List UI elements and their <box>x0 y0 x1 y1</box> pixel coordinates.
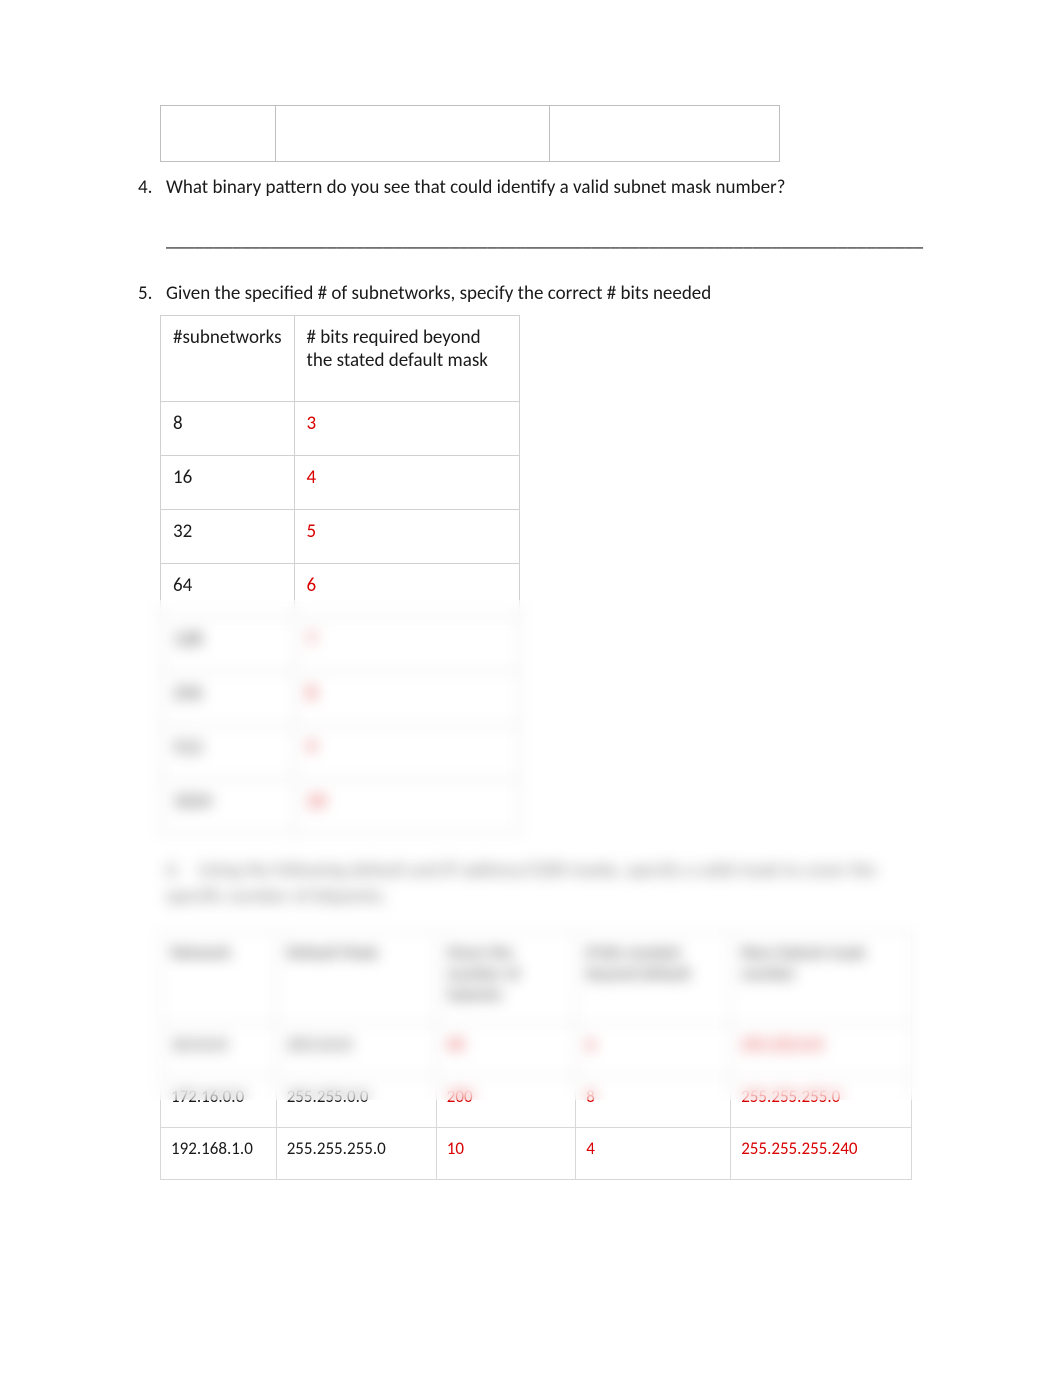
blurred-content: 6. Using the following default and IP ad… <box>60 858 1002 1180</box>
table-row: 128 7 <box>161 618 520 672</box>
subnets-cell: 128 <box>161 618 295 672</box>
default-mask-cell: 255.255.255.0 <box>276 1128 436 1180</box>
top-table-cell <box>161 106 276 162</box>
new-mask-cell: 255.255.255.240 <box>731 1128 912 1180</box>
default-mask-cell: 255.255.0.0 <box>276 1076 436 1128</box>
table-row: 172.16.0.0 255.255.0.0 200 8 255.255.255… <box>161 1076 912 1128</box>
bits-needed-cell: 8 <box>576 1076 731 1128</box>
subnets-count-cell: 200 <box>436 1076 575 1128</box>
subnets-cell: 8 <box>161 402 295 456</box>
table-row: 64 6 <box>161 564 520 618</box>
table-row: 192.168.1.0 255.255.255.0 10 4 255.255.2… <box>161 1128 912 1180</box>
default-mask-cell: 255.0.0.0 <box>276 1024 436 1076</box>
new-mask-cell: 255.255.255.0 <box>731 1076 912 1128</box>
subnet-table-header-col1: #subnetworks <box>161 316 295 402</box>
network-cell: 192.168.1.0 <box>161 1128 277 1180</box>
table-row: 8 3 <box>161 402 520 456</box>
table-row: 32 5 <box>161 510 520 564</box>
question-5-text: Given the specified # of subnetworks, sp… <box>166 282 711 305</box>
question-number-4: 4. <box>138 176 166 199</box>
subnets-cell: 64 <box>161 564 295 618</box>
worksheet-page: 4. What binary pattern do you see that c… <box>0 0 1062 1180</box>
subnet-bits-table: #subnetworks # bits required beyond the … <box>160 315 520 834</box>
big-table-header-c2: Default Mask <box>276 932 436 1024</box>
question-number-6: 6. <box>166 858 194 884</box>
bits-needed-cell: 6 <box>576 1024 731 1076</box>
subnet-mask-table: Network Default Mask Given the number of… <box>160 931 912 1180</box>
question-number-5: 5. <box>138 282 166 305</box>
big-table-header-c5: New Subnet mask number <box>731 932 912 1024</box>
network-cell: 172.16.0.0 <box>161 1076 277 1128</box>
bits-cell: 9 <box>294 726 520 780</box>
subnets-cell: 256 <box>161 672 295 726</box>
question-6-text: Using the following default and IP addre… <box>166 859 876 908</box>
subnet-table-header-col2: # bits required beyond the stated defaul… <box>294 316 520 402</box>
subnets-cell: 512 <box>161 726 295 780</box>
bits-cell: 7 <box>294 618 520 672</box>
bits-cell: 8 <box>294 672 520 726</box>
table-row: 1024 10 <box>161 780 520 834</box>
table-row: 10.0.0.0 255.0.0.0 40 6 255.252.0.0 <box>161 1024 912 1076</box>
subnets-cell: 16 <box>161 456 295 510</box>
top-table-cell <box>550 106 780 162</box>
bits-cell: 5 <box>294 510 520 564</box>
subnets-cell: 1024 <box>161 780 295 834</box>
bits-cell: 4 <box>294 456 520 510</box>
question-4-text: What binary pattern do you see that coul… <box>166 176 786 199</box>
table-row: 256 8 <box>161 672 520 726</box>
bits-needed-cell: 4 <box>576 1128 731 1180</box>
bits-cell: 6 <box>294 564 520 618</box>
big-table-header-c1: Network <box>161 932 277 1024</box>
network-cell: 10.0.0.0 <box>161 1024 277 1076</box>
bits-cell: 10 <box>294 780 520 834</box>
new-mask-cell: 255.252.0.0 <box>731 1024 912 1076</box>
table-row: 512 9 <box>161 726 520 780</box>
subnets-count-cell: 40 <box>436 1024 575 1076</box>
subnets-cell: 32 <box>161 510 295 564</box>
answer-blank-line: ________________________________________… <box>166 229 1002 252</box>
bits-cell: 3 <box>294 402 520 456</box>
table-row: 16 4 <box>161 456 520 510</box>
top-table-cell <box>275 106 550 162</box>
big-table-header-c3: Given the number of Subnets <box>436 932 575 1024</box>
top-empty-table <box>160 105 780 162</box>
subnets-count-cell: 10 <box>436 1128 575 1180</box>
big-table-header-c4: # bits needed beyond default <box>576 932 731 1024</box>
